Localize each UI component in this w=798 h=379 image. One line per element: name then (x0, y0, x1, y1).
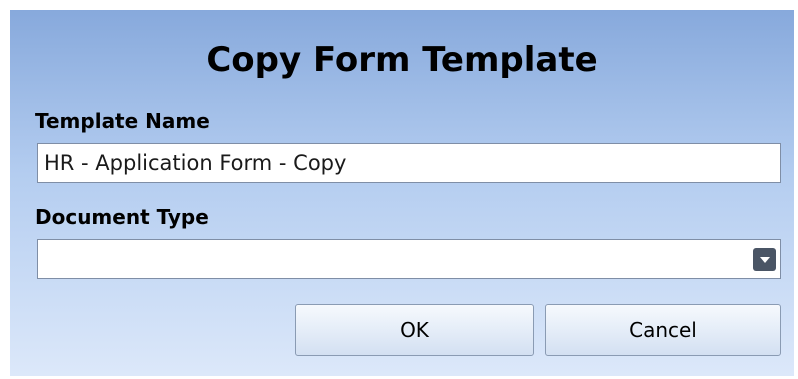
dialog-title: Copy Form Template (206, 40, 598, 80)
template-name-input[interactable] (37, 143, 781, 183)
chevron-down-icon (759, 256, 770, 263)
ok-button[interactable]: OK (295, 304, 534, 356)
template-name-label: Template Name (35, 109, 210, 133)
copy-form-template-dialog: Copy Form Template Template Name Documen… (10, 10, 794, 376)
document-type-select[interactable] (37, 239, 781, 279)
dropdown-button[interactable] (753, 248, 776, 271)
document-type-label: Document Type (35, 205, 209, 229)
cancel-button[interactable]: Cancel (545, 304, 781, 356)
